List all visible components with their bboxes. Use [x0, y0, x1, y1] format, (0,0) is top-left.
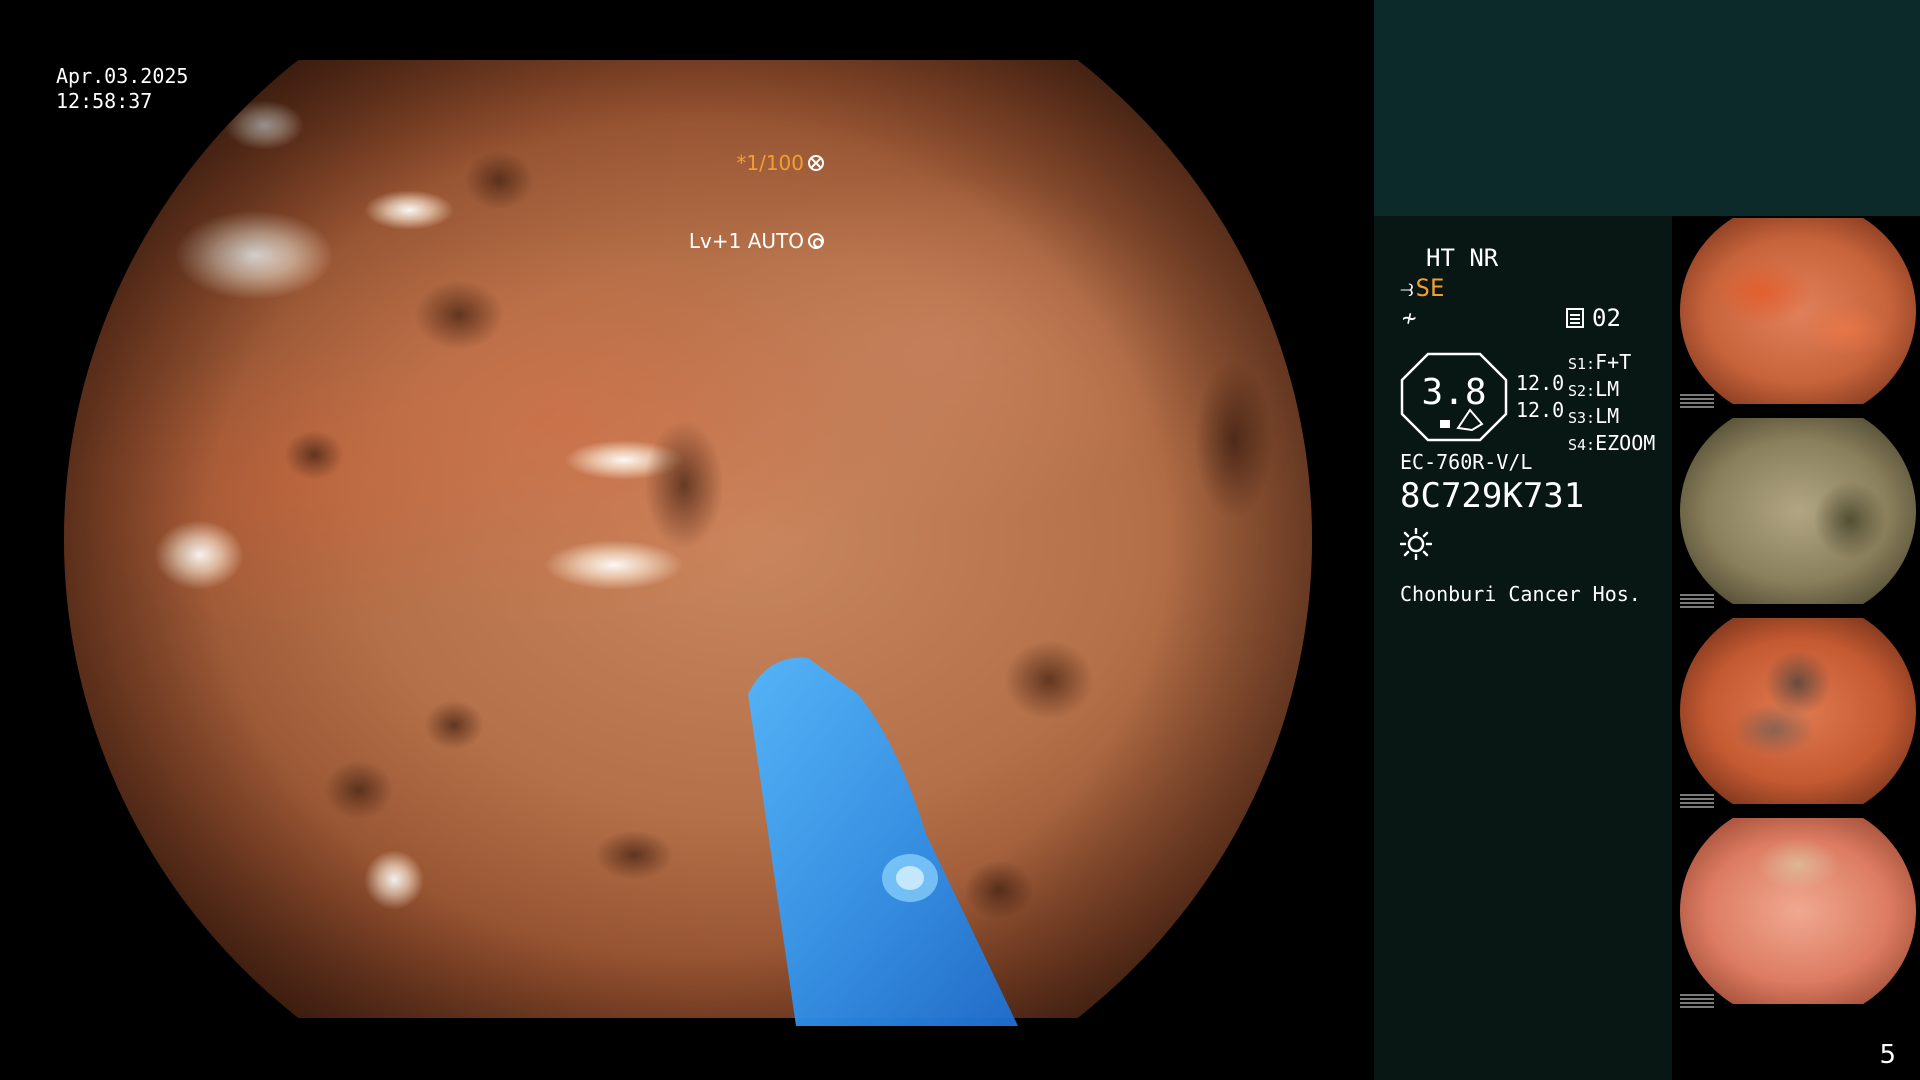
exposure-row: Lv+1 AUTO	[689, 227, 824, 255]
scope-model: EC-760R-V/L	[1400, 450, 1533, 474]
thumbnail-stamp	[1680, 594, 1714, 608]
page-number: 5	[1879, 1040, 1896, 1070]
hospital-name: Chonburi Cancer Hos.	[1400, 582, 1641, 606]
thumbnail-4[interactable]	[1676, 816, 1920, 1012]
thumbnail-strip	[1672, 216, 1920, 1016]
thumbnail-image	[1680, 818, 1916, 1004]
exam-date: Apr.03.2025	[56, 64, 189, 88]
channel-icon	[1566, 308, 1584, 328]
brightness-icon	[1400, 528, 1432, 560]
gauge-side-values: 12.0 12.0	[1516, 370, 1564, 424]
switch-key: S3:	[1568, 409, 1596, 427]
shutter-icon	[808, 155, 824, 171]
auto-exposure-icon	[808, 233, 824, 249]
thumbnail-image	[1680, 418, 1916, 604]
switch-value: LM	[1595, 404, 1620, 428]
shutter-row: *1/100	[689, 149, 824, 177]
exposure-level: Lv+1 AUTO	[688, 228, 804, 253]
switch-key: S2:	[1568, 382, 1596, 400]
thumbnail-image	[1680, 618, 1916, 804]
shutter-speed: *1/100	[736, 150, 804, 175]
scope-serial: 8C729K731	[1400, 476, 1585, 516]
switch-key: S4:	[1568, 436, 1596, 454]
instrument-tip	[748, 657, 1018, 1026]
switch-value: F+T	[1595, 350, 1632, 374]
patient-info-block	[1374, 0, 1920, 216]
endoscope-main-view: Apr.03.2025 12:58:37 *1/100 Lv+1 AUTO	[0, 0, 1374, 1080]
switch-value: LM	[1595, 377, 1620, 401]
gauge-side-value-2: 12.0	[1516, 398, 1565, 422]
thumbnail-stamp	[1680, 794, 1714, 808]
switch-list: S1:F+T S2:LM S3:LM S4:EZOOM	[1568, 350, 1655, 458]
thumbnail-stamp	[1680, 994, 1714, 1008]
exam-time: 12:58:37	[56, 89, 153, 113]
mode-line: HT NR	[1426, 244, 1499, 272]
datetime-overlay: Apr.03.2025 12:58:37	[56, 64, 188, 114]
thumbnail-1[interactable]	[1676, 216, 1920, 412]
capture-status: *1/100 Lv+1 AUTO	[689, 99, 824, 305]
gauge-side-value-1: 12.0	[1516, 371, 1565, 395]
se-icon: ⥽	[1400, 274, 1414, 302]
thumbnail-image	[1680, 218, 1916, 404]
channel-number: 02	[1592, 304, 1621, 332]
gauge-value: 3.8	[1421, 372, 1487, 413]
se-indicator: ⥽ SE	[1400, 274, 1444, 302]
thumbnail-2[interactable]	[1676, 416, 1920, 612]
wave-icon: ≁	[1402, 304, 1417, 332]
se-label: SE	[1415, 274, 1445, 302]
scope-settings-block: HT NR ⥽ SE ≁ 02 3.8 12.0 12.0 S1:F+T S2:…	[1374, 216, 1672, 1080]
switch-key: S1:	[1568, 355, 1596, 373]
switch-value: EZOOM	[1595, 431, 1656, 455]
thumbnail-stamp	[1680, 394, 1714, 408]
thumbnail-3[interactable]	[1676, 616, 1920, 812]
info-panel: HT NR ⥽ SE ≁ 02 3.8 12.0 12.0 S1:F+T S2:…	[1374, 0, 1920, 1080]
channel-indicator: 02	[1566, 304, 1621, 332]
